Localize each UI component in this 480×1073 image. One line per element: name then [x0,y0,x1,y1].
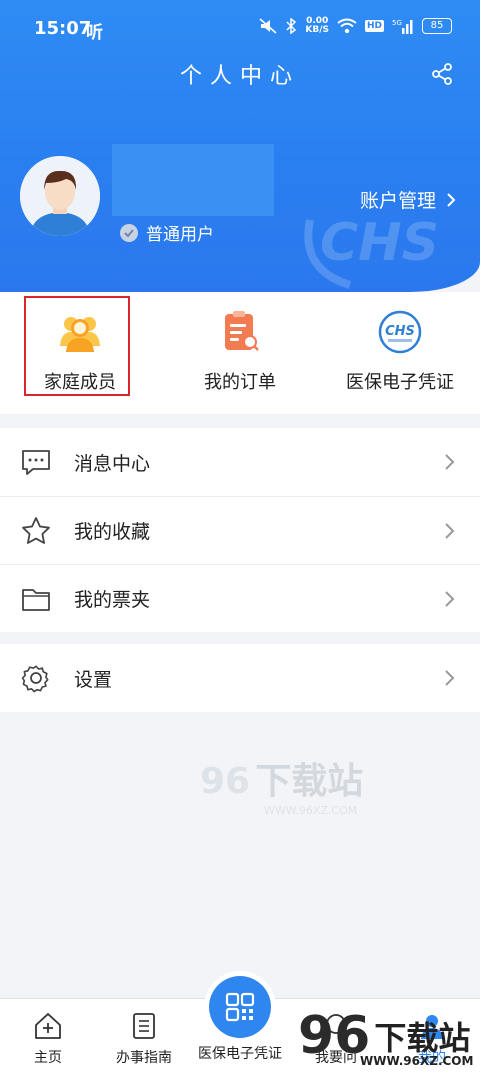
corner-watermark-text: 下载站 [374,1019,471,1057]
nav-home[interactable]: 主页 [0,1011,96,1067]
hd-badge: HD [364,20,384,32]
order-icon [225,311,259,351]
settings-icon [21,665,49,693]
svg-text:CHS: CHS [320,213,439,273]
site-watermark: 96 下载站 WWW.96XZ.COM [200,752,363,817]
highlight-box [24,296,130,396]
watermark-text: 下载站 [255,761,364,802]
ecert-qr-button[interactable] [209,976,271,1038]
guide-icon [133,1013,155,1039]
nav-home-label: 主页 [34,1050,62,1066]
avatar[interactable] [20,156,100,236]
home-icon [35,1013,61,1039]
menu-item-label: 我的票夹 [74,589,151,611]
menu-item-label: 设置 [74,668,113,691]
menu-group-settings: 设置 [0,644,480,712]
watermark-number: 96 [200,761,251,802]
account-management-label: 账户管理 [359,190,436,212]
chevron-right-icon [445,522,455,539]
page-title: 个人中心 [179,64,300,89]
net-speed: 0.00 KB/S [305,16,329,35]
chevron-right-icon [445,454,455,470]
nav-guide-label: 办事指南 [116,1050,172,1066]
menu-item-label: 我的收藏 [74,521,151,543]
nav-ecert[interactable]: 医保电子凭证 [192,1043,288,1063]
chevron-right-icon [447,192,456,207]
nav-guide[interactable]: 办事指南 [96,1011,192,1067]
wifi-icon [337,18,357,34]
menu-item-settings[interactable]: 设置 [0,644,480,712]
medical-ecert-label: 医保电子凭证 [346,372,454,393]
chs-icon: CHS [378,310,422,354]
my-orders-label: 我的订单 [204,372,276,393]
nav-ecert-label: 医保电子凭证 [198,1046,282,1062]
signal-icon: 5G [392,19,413,34]
status-icons: 0.00 KB/S HD 5G 85 [259,17,452,35]
menu-item-messages[interactable]: 消息中心 [0,428,480,496]
carrier-glyph: 听 [86,23,103,43]
menu-group-main: 消息中心 我的收藏 我的票夹 [0,428,480,632]
bluetooth-icon [286,18,297,34]
qrcode-icon [225,992,255,1022]
account-management-link[interactable]: 账户管理 [360,186,456,213]
chevron-right-icon [445,590,455,607]
chevron-right-icon [445,670,455,686]
share-icon[interactable] [430,62,454,86]
folder-icon [22,588,50,611]
message-icon [22,450,50,475]
medical-ecert-button[interactable]: CHS 医保电子凭证 [320,292,480,414]
star-icon [22,516,50,544]
svg-text:5G: 5G [392,19,402,27]
mute-icon [259,18,277,34]
watermark-url: WWW.96XZ.COM [264,804,358,817]
corner-watermark: 96 下载站 WWW.96XZ.COM [298,1010,473,1068]
corner-watermark-url: WWW.96XZ.COM [360,1054,474,1068]
status-time: 15:07 [34,18,92,39]
menu-item-favorites[interactable]: 我的收藏 [0,496,480,564]
user-type-label: 普通用户 [146,225,214,245]
username-redacted [112,144,274,216]
menu-item-tickets[interactable]: 我的票夹 [0,564,480,632]
svg-text:CHS: CHS [385,324,415,339]
verified-check-icon [120,223,138,242]
menu-item-label: 消息中心 [74,452,151,475]
my-orders-button[interactable]: 我的订单 [160,292,320,414]
status-bar: 15:07 听 0.00 KB/S HD 5G 85 [0,0,480,58]
avatar-image [20,156,100,236]
battery-indicator: 85 [422,18,452,34]
user-type: 普通用户 [120,220,214,245]
